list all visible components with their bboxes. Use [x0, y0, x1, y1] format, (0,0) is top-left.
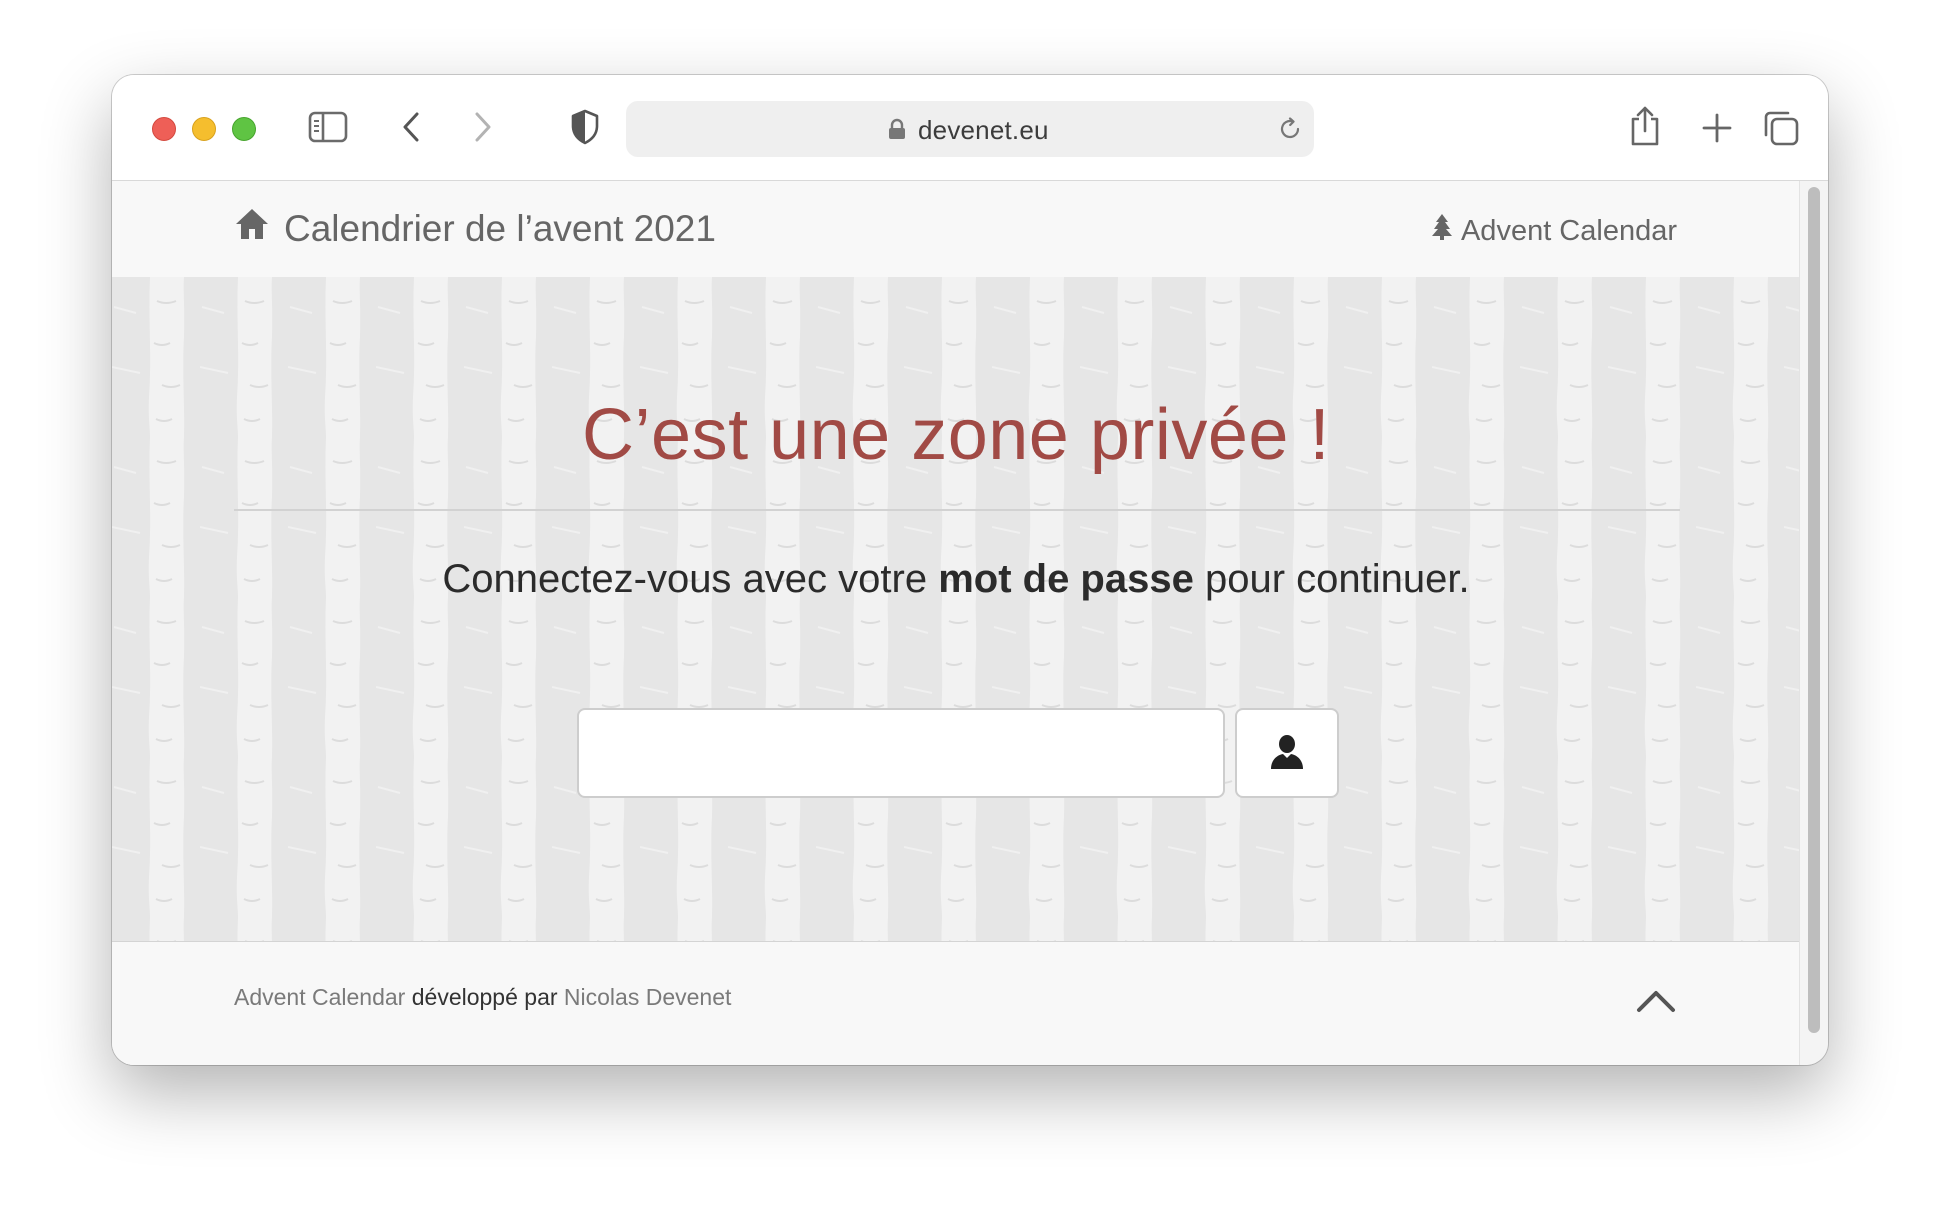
- instructions-suffix: pour continuer.: [1193, 557, 1470, 601]
- sidebar-toggle-icon[interactable]: [308, 111, 348, 143]
- browser-toolbar: devenet.eu: [112, 75, 1828, 181]
- home-icon: [234, 207, 270, 250]
- scrollbar-thumb[interactable]: [1808, 187, 1820, 1033]
- back-arrow-icon[interactable]: [400, 111, 424, 143]
- footer-middle-text: développé par: [405, 984, 564, 1010]
- tree-icon: [1431, 213, 1453, 249]
- footer-author-link[interactable]: Nicolas Devenet: [564, 984, 731, 1010]
- new-tab-plus-icon[interactable]: [1702, 113, 1732, 143]
- address-text: devenet.eu: [918, 115, 1049, 145]
- web-page: Calendrier de l’avent 2021 Advent Calend…: [112, 181, 1800, 1065]
- page-title: C’est une zone privée !: [582, 395, 1330, 475]
- instructions-prefix: Connectez-vous avec votre: [442, 557, 939, 601]
- login-section: C’est une zone privée ! Connectez-vous a…: [112, 277, 1800, 942]
- site-brand-title: Calendrier de l’avent 2021: [284, 207, 716, 249]
- title-divider: [234, 509, 1680, 511]
- footer-app-link[interactable]: Advent Calendar: [234, 984, 405, 1010]
- site-navbar: Calendrier de l’avent 2021 Advent Calend…: [112, 181, 1800, 277]
- reload-icon[interactable]: [1278, 117, 1302, 146]
- tab-overview-icon[interactable]: [1762, 109, 1800, 147]
- login-submit-button[interactable]: [1235, 708, 1339, 798]
- close-window-button[interactable]: [152, 117, 176, 141]
- forward-arrow-icon[interactable]: [470, 111, 494, 143]
- password-input[interactable]: [577, 708, 1225, 798]
- footer-credits: Advent Calendar développé par Nicolas De…: [234, 984, 731, 1011]
- share-icon[interactable]: [1628, 105, 1662, 147]
- browser-window: devenet.eu Calendrier de l’avent 2021 Ad…: [112, 75, 1828, 1065]
- nav-advent-calendar-link[interactable]: Advent Calendar: [1431, 213, 1677, 249]
- site-brand-link[interactable]: Calendrier de l’avent 2021: [234, 207, 716, 250]
- chevron-up-icon[interactable]: [1636, 988, 1676, 1019]
- login-instructions: Connectez-vous avec votre mot de passe p…: [112, 557, 1800, 602]
- site-footer: Advent Calendar développé par Nicolas De…: [112, 942, 1800, 1065]
- lock-icon: [888, 118, 906, 145]
- address-bar[interactable]: devenet.eu: [626, 101, 1314, 157]
- instructions-emphasis: mot de passe: [938, 557, 1194, 601]
- minimize-window-button[interactable]: [192, 117, 216, 141]
- privacy-shield-icon[interactable]: [570, 109, 600, 145]
- nav-link-label: Advent Calendar: [1460, 214, 1677, 247]
- zoom-window-button[interactable]: [232, 117, 256, 141]
- user-icon: [1268, 733, 1306, 774]
- page-scrollbar[interactable]: [1799, 181, 1828, 1065]
